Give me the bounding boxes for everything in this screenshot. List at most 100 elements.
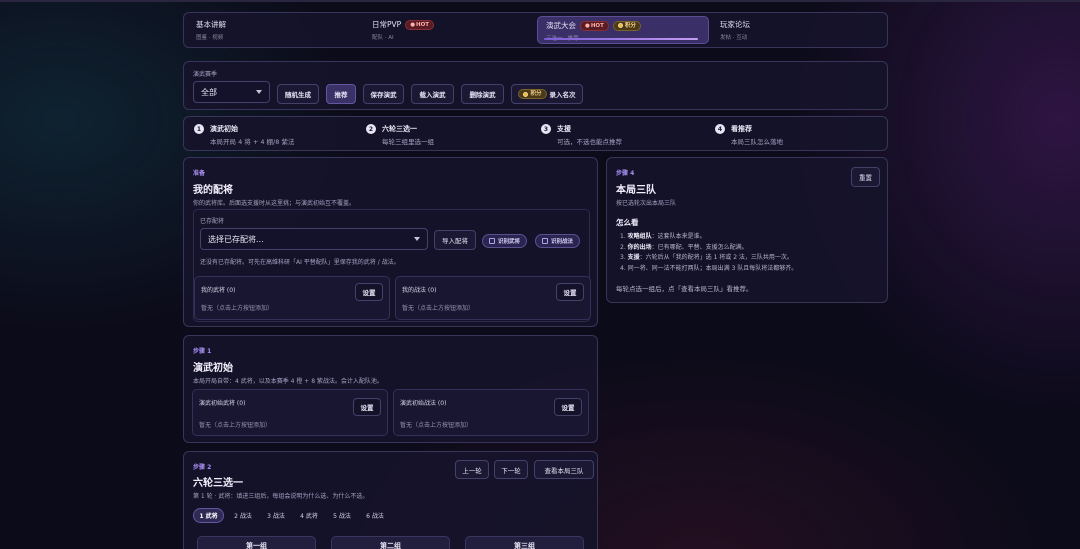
step-number: 1 — [194, 124, 204, 134]
section-steps: 1 演武初始 本局开局 4 将 + 4 棚/8 紫法 2 六轮三选一 每轮三组里… — [183, 116, 888, 151]
step-number: 4 — [715, 124, 725, 134]
view-teams-button[interactable]: 查看本局三队 — [534, 460, 594, 479]
saved-config-box: 已存配将 选择已存配将... 导入配将 识别武将 识别战法 还没有已存配将。可先… — [193, 209, 591, 322]
chevron-down-icon — [256, 90, 262, 94]
season-select[interactable]: 全部 — [193, 81, 270, 103]
recommend-button[interactable]: 推荐 — [326, 84, 356, 104]
section-title: 演武初始 — [193, 363, 233, 374]
section-step2: 步骤 2 六轮三选一 第 1 轮 · 武将：填进三组后，每组会说明为什么选、为什… — [183, 451, 598, 549]
coin-icon — [617, 23, 623, 28]
section-tag: 步骤 4 — [616, 170, 635, 177]
section-season: 演武赛季 全部 随机生成 推荐 保存演武 载入演武 删除演武 积分 录入名次 — [183, 61, 888, 110]
tab-round-3[interactable]: 3 战法 — [261, 508, 291, 523]
section-desc: 第 1 轮 · 武将：填进三组后，每组会说明为什么选、为什么不选。 — [193, 493, 369, 500]
recognize-generals-button[interactable]: 识别武将 — [482, 234, 528, 248]
saved-config-select[interactable]: 选择已存配将... — [200, 228, 428, 250]
step-sub: 本局开局 4 将 + 4 棚/8 紫法 — [210, 138, 295, 146]
tab-round-5[interactable]: 5 战法 — [327, 508, 357, 523]
choice-group-2[interactable]: 第二组 — [331, 536, 450, 549]
step-sub: 每轮三组里选一组 — [382, 138, 434, 146]
scan-icon — [542, 238, 548, 244]
prev-round-button[interactable]: 上一轮 — [455, 460, 489, 479]
nav-item-tournament[interactable]: 演武大会 ●HOT 积分 三选一 · 推荐 — [537, 16, 709, 44]
coin-icon — [523, 91, 529, 97]
tab-round-4[interactable]: 4 武将 — [294, 508, 324, 523]
step-number: 3 — [541, 124, 551, 134]
how-title: 怎么看 — [616, 218, 639, 227]
saved-label: 已存配将 — [200, 218, 225, 225]
my-tactics-empty: 暂无（点击上方按钮添加） — [402, 305, 475, 312]
delete-tournament-button[interactable]: 删除演武 — [461, 84, 504, 104]
section-desc: 本局开局自带：4 武将，以及本赛季 4 橙 + 8 紫战法。会计入配队池。 — [193, 378, 383, 385]
nav-item-forum[interactable]: 玩家论坛 发帖 · 互动 — [712, 16, 882, 44]
points-badge: 积分 — [518, 89, 547, 99]
save-tournament-button[interactable]: 保存演武 — [363, 84, 404, 104]
nav-item-pvp[interactable]: 日常PVP ● HOT 配队 · AI — [364, 16, 534, 44]
season-label: 演武赛季 — [193, 71, 218, 78]
list-item: 1. 攻略组队：这套队本来是谁。 — [620, 233, 706, 240]
set-generals-button[interactable]: 设置 — [355, 283, 383, 301]
set-initial-tactics-button[interactable]: 设置 — [554, 398, 582, 416]
nav-item-title: 日常PVP — [372, 20, 402, 29]
flame-icon: ● — [410, 21, 415, 28]
tab-round-1[interactable]: 1 武将 — [193, 508, 224, 523]
load-tournament-button[interactable]: 载入演武 — [411, 84, 454, 104]
step-title: 看推荐 — [731, 125, 752, 133]
initial-tactics-title: 演武初始战法 (0) — [400, 400, 447, 407]
random-generate-button[interactable]: 随机生成 — [277, 84, 319, 104]
tab-round-6[interactable]: 6 战法 — [360, 508, 390, 523]
section-step4: 步骤 4 本局三队 按已选轮次出本局三队 重置 怎么看 1. 攻略组队：这套队本… — [606, 157, 888, 303]
nav-item-sub: 发帖 · 互动 — [720, 35, 748, 41]
section-tag: 准备 — [193, 170, 206, 177]
my-generals-title: 我的武将 (0) — [201, 287, 236, 294]
nav-item-sub: 配队 · AI — [372, 35, 394, 41]
set-initial-generals-button[interactable]: 设置 — [353, 398, 381, 416]
section-tag: 步骤 2 — [193, 464, 212, 471]
import-config-button[interactable]: 导入配将 — [434, 230, 476, 250]
section-title: 本局三队 — [616, 185, 656, 196]
step-number: 2 — [366, 124, 376, 134]
section-tag: 步骤 1 — [193, 348, 212, 355]
flame-icon: ● — [585, 22, 590, 29]
nav-item-title: 演武大会 — [546, 21, 576, 30]
how-list: 1. 攻略组队：这套队本来是谁。 2. 你的出场：已有哪配、平替、支援怎么配满。… — [620, 232, 797, 274]
hot-badge: ● HOT — [405, 19, 435, 30]
choice-group-1[interactable]: 第一组 — [197, 536, 316, 549]
initial-generals-empty: 暂无（点击上方按钮添加） — [199, 422, 272, 429]
initial-tactics-box: 演武初始战法 (0) 暂无（点击上方按钮添加） 设置 — [393, 389, 589, 436]
step-title: 演武初始 — [210, 125, 238, 133]
section-step1: 步骤 1 演武初始 本局开局自带：4 武将，以及本赛季 4 橙 + 8 紫战法。… — [183, 335, 598, 443]
scan-icon — [489, 238, 495, 244]
saved-config-value: 选择已存配将... — [208, 234, 264, 244]
tab-round-2[interactable]: 2 战法 — [228, 508, 258, 523]
list-item: 3. 支援：六轮后从「我的配将」选 1 将或 2 法，三队共用一次。 — [620, 254, 793, 261]
nav-item-basics[interactable]: 基本讲解 图鉴 · 视频 — [188, 16, 358, 44]
next-round-button[interactable]: 下一轮 — [494, 460, 528, 479]
choice-group-3[interactable]: 第三组 — [465, 536, 584, 549]
step-sub: 可选，不选也能点推荐 — [557, 138, 622, 146]
top-border — [0, 0, 1080, 2]
chevron-down-icon — [414, 237, 420, 241]
step-title: 支援 — [557, 125, 571, 133]
nav-item-sub: 图鉴 · 视频 — [196, 35, 224, 41]
points-badge: 积分 — [612, 20, 641, 31]
active-indicator — [544, 38, 698, 40]
saved-hint: 还没有已存配将。可先在高维科研「AI 平替配队」里保存我的武将 / 战法。 — [200, 259, 400, 266]
my-generals-empty: 暂无（点击上方按钮添加） — [201, 305, 274, 312]
my-generals-box: 我的武将 (0) 暂无（点击上方按钮添加） 设置 — [194, 276, 390, 320]
my-tactics-title: 我的战法 (0) — [402, 287, 437, 294]
list-item: 4. 同一将、同一法不能打两队；本局出满 3 队且每队将法都够齐。 — [620, 264, 798, 272]
step4-footer: 每轮点选一组后，点「查看本局三队」看推荐。 — [616, 285, 753, 293]
reset-button[interactable]: 重置 — [851, 167, 880, 187]
step-title: 六轮三选一 — [382, 125, 417, 133]
section-desc: 你的武将库。后面选支援时从这里挑；与演武初始互不覆盖。 — [193, 200, 356, 207]
section-my-config: 准备 我的配将 你的武将库。后面选支援时从这里挑；与演武初始互不覆盖。 已存配将… — [183, 157, 598, 327]
my-tactics-box: 我的战法 (0) 暂无（点击上方按钮添加） 设置 — [395, 276, 591, 320]
initial-tactics-empty: 暂无（点击上方按钮添加） — [400, 422, 473, 429]
set-tactics-button[interactable]: 设置 — [556, 283, 584, 301]
record-rank-button[interactable]: 积分 录入名次 — [511, 84, 583, 104]
nav-item-title: 玩家论坛 — [720, 20, 750, 29]
recognize-tactics-button[interactable]: 识别战法 — [535, 234, 581, 248]
list-item: 2. 你的出场：已有哪配、平替、支援怎么配满。 — [620, 243, 748, 251]
initial-generals-title: 演武初始武将 (0) — [199, 400, 246, 407]
